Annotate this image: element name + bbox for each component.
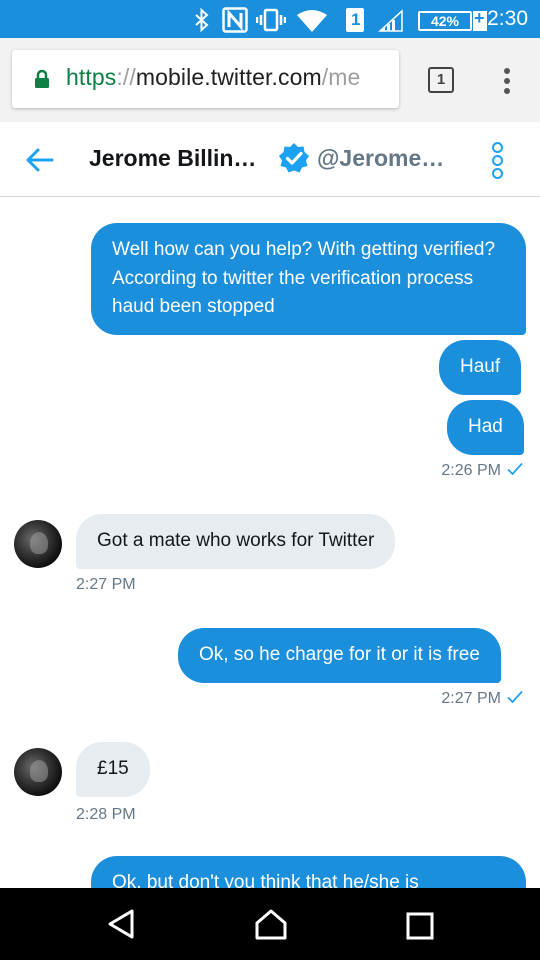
received-message[interactable]: Got a mate who works for Twitter bbox=[76, 514, 396, 569]
url-scheme: https bbox=[66, 64, 117, 90]
vibrate-icon bbox=[256, 8, 286, 32]
message-timestamp: 2:27 PM bbox=[76, 576, 136, 593]
check-icon bbox=[507, 690, 523, 704]
more-icon[interactable] bbox=[488, 142, 508, 179]
contact-handle[interactable]: @Jerome… bbox=[317, 145, 444, 172]
back-nav-icon[interactable] bbox=[106, 908, 136, 940]
sent-message[interactable]: Hauf bbox=[439, 340, 522, 395]
sent-message[interactable]: Well how can you help? With getting veri… bbox=[91, 223, 526, 335]
sent-message[interactable]: Had bbox=[447, 400, 524, 455]
signal-icon bbox=[378, 9, 403, 32]
url-host: mobile.twitter.com bbox=[135, 64, 322, 90]
menu-dot bbox=[504, 68, 510, 74]
url-text: https://mobile.twitter.com/me bbox=[66, 64, 360, 91]
sim-indicator: 1 bbox=[346, 8, 364, 32]
wifi-icon bbox=[297, 10, 327, 32]
avatar[interactable] bbox=[14, 748, 62, 796]
check-icon bbox=[507, 462, 523, 476]
url-path: /me bbox=[321, 64, 361, 90]
contact-name[interactable]: Jerome Billin… bbox=[89, 145, 256, 172]
tab-switcher-button[interactable]: 1 bbox=[428, 67, 454, 93]
message-timestamp: 2:26 PM bbox=[441, 462, 523, 480]
browser-menu-button[interactable] bbox=[497, 66, 517, 96]
url-bar[interactable]: https://mobile.twitter.com/me bbox=[12, 50, 399, 108]
received-message[interactable]: £15 bbox=[76, 742, 150, 797]
browser-toolbar: https://mobile.twitter.com/me 1 bbox=[0, 38, 540, 122]
status-time: 2:30 bbox=[487, 7, 528, 30]
more-dot bbox=[492, 168, 503, 179]
verified-icon bbox=[279, 143, 309, 173]
back-arrow-icon[interactable] bbox=[24, 144, 56, 176]
bluetooth-icon bbox=[195, 8, 209, 32]
more-dot bbox=[492, 155, 503, 166]
nfc-icon bbox=[222, 7, 248, 33]
menu-dot bbox=[504, 78, 510, 84]
timestamp-text: 2:27 PM bbox=[441, 690, 501, 707]
timestamp-text: 2:26 PM bbox=[441, 462, 501, 479]
menu-dot bbox=[504, 88, 510, 94]
battery-level: 42% bbox=[430, 13, 460, 29]
battery-icon: 42% bbox=[418, 11, 472, 31]
conversation-header: Jerome Billin… @Jerome… bbox=[0, 122, 540, 197]
sent-message[interactable]: Ok, so he charge for it or it is free bbox=[178, 628, 501, 683]
avatar[interactable] bbox=[14, 520, 62, 568]
message-timestamp: 2:27 PM bbox=[441, 690, 523, 708]
url-separator: :// bbox=[116, 64, 136, 90]
home-nav-icon[interactable] bbox=[254, 908, 288, 940]
message-timestamp: 2:28 PM bbox=[76, 806, 136, 823]
navigation-bar bbox=[0, 888, 540, 960]
more-dot bbox=[492, 142, 503, 153]
sim-slot-label: 1 bbox=[351, 10, 361, 29]
lock-icon bbox=[35, 69, 49, 88]
recents-nav-icon[interactable] bbox=[406, 912, 434, 940]
status-bar: 1 42% 2:30 bbox=[0, 0, 540, 38]
charging-indicator bbox=[473, 8, 487, 31]
